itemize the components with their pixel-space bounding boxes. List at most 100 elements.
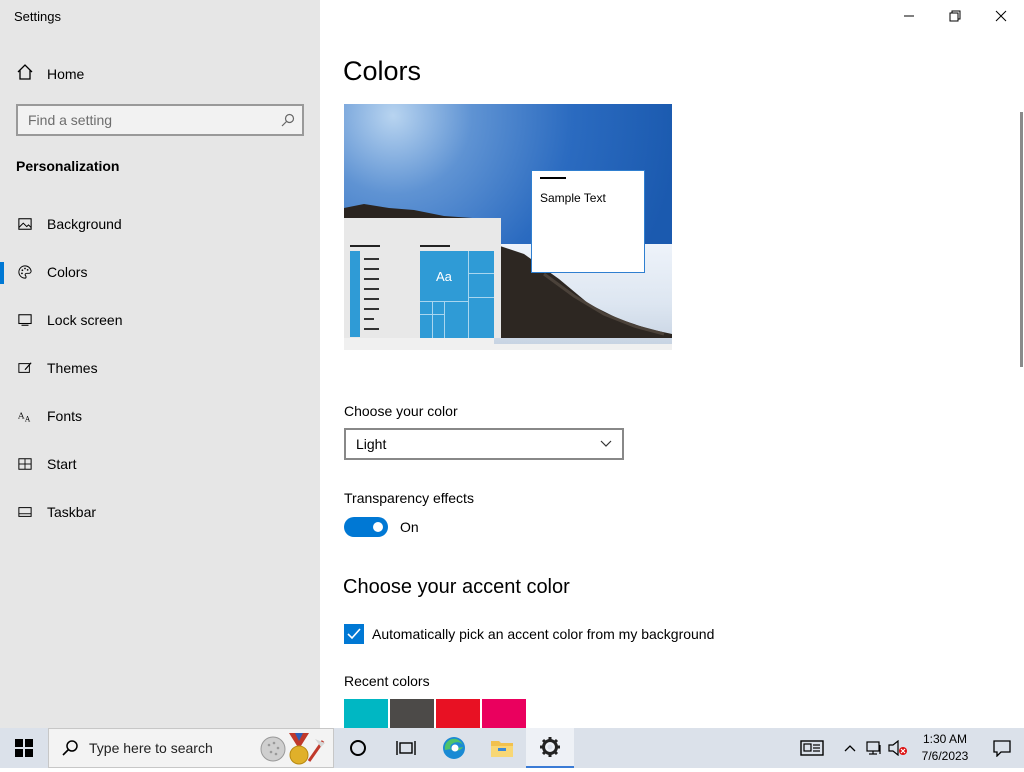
news-button[interactable]	[792, 728, 832, 768]
folder-icon	[491, 741, 513, 757]
edge-button[interactable]	[430, 728, 478, 768]
file-explorer-button[interactable]	[478, 728, 526, 768]
search-highlight-icon	[259, 731, 327, 772]
window-controls	[886, 0, 1024, 32]
notification-icon	[993, 740, 1011, 757]
network-icon	[866, 741, 881, 755]
choose-color-label: Choose your color	[344, 403, 458, 419]
sidebar-item-colors[interactable]: Colors	[0, 248, 320, 296]
network-button[interactable]	[862, 728, 886, 768]
sidebar: Settings Home Personalization Background	[0, 0, 320, 728]
svg-text:A: A	[24, 415, 31, 423]
app-title: Settings	[14, 9, 61, 24]
sidebar-item-label: Colors	[47, 264, 88, 280]
sidebar-item-label: Themes	[47, 360, 98, 376]
theme-preview: Aa Sample Text	[344, 104, 672, 350]
sidebar-item-label: Taskbar	[47, 504, 97, 520]
taskbar-icon	[18, 505, 32, 519]
toggle-state-label: On	[400, 519, 419, 535]
lock-screen-icon	[18, 313, 32, 327]
edge-browser-icon	[443, 737, 465, 759]
taskbar-clock[interactable]: 1:30 AM 7/6/2023	[910, 731, 980, 765]
toggle-knob	[373, 522, 383, 532]
settings-search-box[interactable]	[16, 104, 304, 136]
clock-time: 1:30 AM	[922, 732, 968, 746]
recent-color-swatch-3[interactable]	[436, 699, 480, 728]
gear-icon	[540, 737, 560, 757]
task-view-icon	[396, 741, 416, 755]
auto-accent-label: Automatically pick an accent color from …	[372, 626, 715, 642]
sidebar-item-start[interactable]: Start	[0, 440, 320, 488]
notifications-button[interactable]	[980, 728, 1024, 768]
recent-color-swatch-4[interactable]	[482, 699, 526, 728]
show-hidden-icons-button[interactable]	[838, 728, 862, 768]
svg-text:A: A	[18, 412, 25, 422]
preview-sample-text: Sample Text	[540, 191, 606, 205]
preview-mini-window: Aa	[344, 218, 501, 338]
recent-color-swatch-1[interactable]	[344, 699, 388, 728]
chevron-down-icon	[600, 435, 612, 453]
transparency-label: Transparency effects	[344, 490, 474, 506]
recent-color-swatch-2[interactable]	[390, 699, 434, 728]
page-title: Colors	[343, 56, 422, 86]
sidebar-item-background[interactable]: Background	[0, 200, 320, 248]
sidebar-item-themes[interactable]: Themes	[0, 344, 320, 392]
transparency-toggle-row: On	[344, 517, 419, 537]
settings-window: Settings Home Personalization Background	[0, 0, 1024, 728]
recent-colors	[344, 699, 526, 728]
transparency-toggle[interactable]	[344, 517, 388, 537]
restore-button[interactable]	[932, 0, 978, 32]
minimize-icon	[904, 15, 914, 17]
sidebar-item-label: Fonts	[47, 408, 83, 424]
start-button[interactable]	[0, 728, 48, 768]
section-title: Personalization	[16, 158, 120, 174]
auto-accent-checkbox[interactable]	[344, 624, 364, 644]
taskbar-search-placeholder: Type here to search	[89, 740, 213, 756]
checkmark-icon	[347, 628, 361, 640]
sidebar-item-label: Lock screen	[47, 312, 123, 328]
content-scrollbar[interactable]	[1020, 32, 1024, 728]
restore-icon	[949, 10, 961, 22]
taskbar-search[interactable]: Type here to search	[48, 728, 334, 768]
search-icon[interactable]	[274, 113, 302, 127]
search-input[interactable]	[18, 106, 274, 134]
sidebar-nav: Background Colors Lock screen Themes A A…	[0, 200, 320, 536]
cortana-button[interactable]	[334, 728, 382, 768]
system-tray: 1:30 AM 7/6/2023	[792, 728, 1024, 768]
home-nav-item[interactable]: Home	[16, 62, 84, 86]
home-icon	[16, 63, 34, 86]
picture-icon	[18, 217, 32, 231]
dropdown-value: Light	[356, 436, 387, 452]
brush-icon	[18, 361, 32, 375]
news-icon	[800, 740, 824, 756]
accent-color-heading: Choose your accent color	[343, 576, 570, 598]
volume-button[interactable]	[886, 728, 910, 768]
taskbar: Type here to search 1:30 AM 7/6/2023	[0, 728, 1024, 768]
close-button[interactable]	[978, 0, 1024, 32]
chevron-up-icon	[844, 745, 856, 752]
auto-accent-row: Automatically pick an accent color from …	[344, 624, 714, 644]
close-icon	[995, 10, 1007, 22]
home-label: Home	[47, 66, 85, 82]
settings-taskbar-button[interactable]	[526, 728, 574, 768]
cortana-circle-icon	[350, 740, 366, 756]
recent-colors-label: Recent colors	[344, 673, 430, 689]
scrollbar-thumb[interactable]	[1020, 112, 1023, 367]
sidebar-item-label: Background	[47, 216, 122, 232]
sidebar-item-taskbar[interactable]: Taskbar	[0, 488, 320, 536]
sidebar-item-label: Start	[47, 456, 77, 472]
preview-tile-text: Aa	[436, 269, 452, 284]
sidebar-item-fonts[interactable]: AA Fonts	[0, 392, 320, 440]
start-icon	[18, 457, 32, 471]
search-icon	[62, 740, 78, 756]
preview-tiles: Aa	[420, 251, 494, 338]
task-view-button[interactable]	[382, 728, 430, 768]
content-pane: Colors Aa Sample Text Choose your color …	[320, 0, 1024, 728]
clock-date: 7/6/2023	[921, 749, 969, 763]
font-icon: AA	[18, 409, 32, 423]
sidebar-item-lock-screen[interactable]: Lock screen	[0, 296, 320, 344]
minimize-button[interactable]	[886, 0, 932, 32]
choose-color-dropdown[interactable]: Light	[344, 428, 624, 460]
preview-sample-card: Sample Text	[531, 170, 645, 273]
palette-icon	[18, 265, 32, 279]
